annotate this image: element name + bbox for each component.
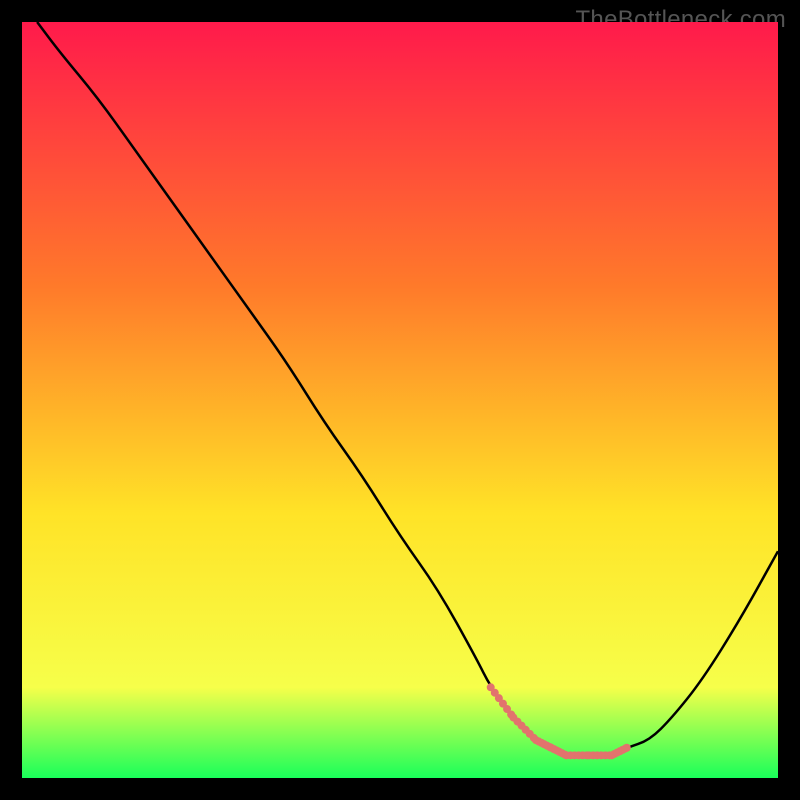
chart-frame: TheBottleneck.com	[0, 0, 800, 800]
highlight-marker	[623, 744, 631, 752]
chart-svg	[22, 22, 778, 778]
gradient-background	[22, 22, 778, 778]
chart-plot-area	[22, 22, 778, 778]
